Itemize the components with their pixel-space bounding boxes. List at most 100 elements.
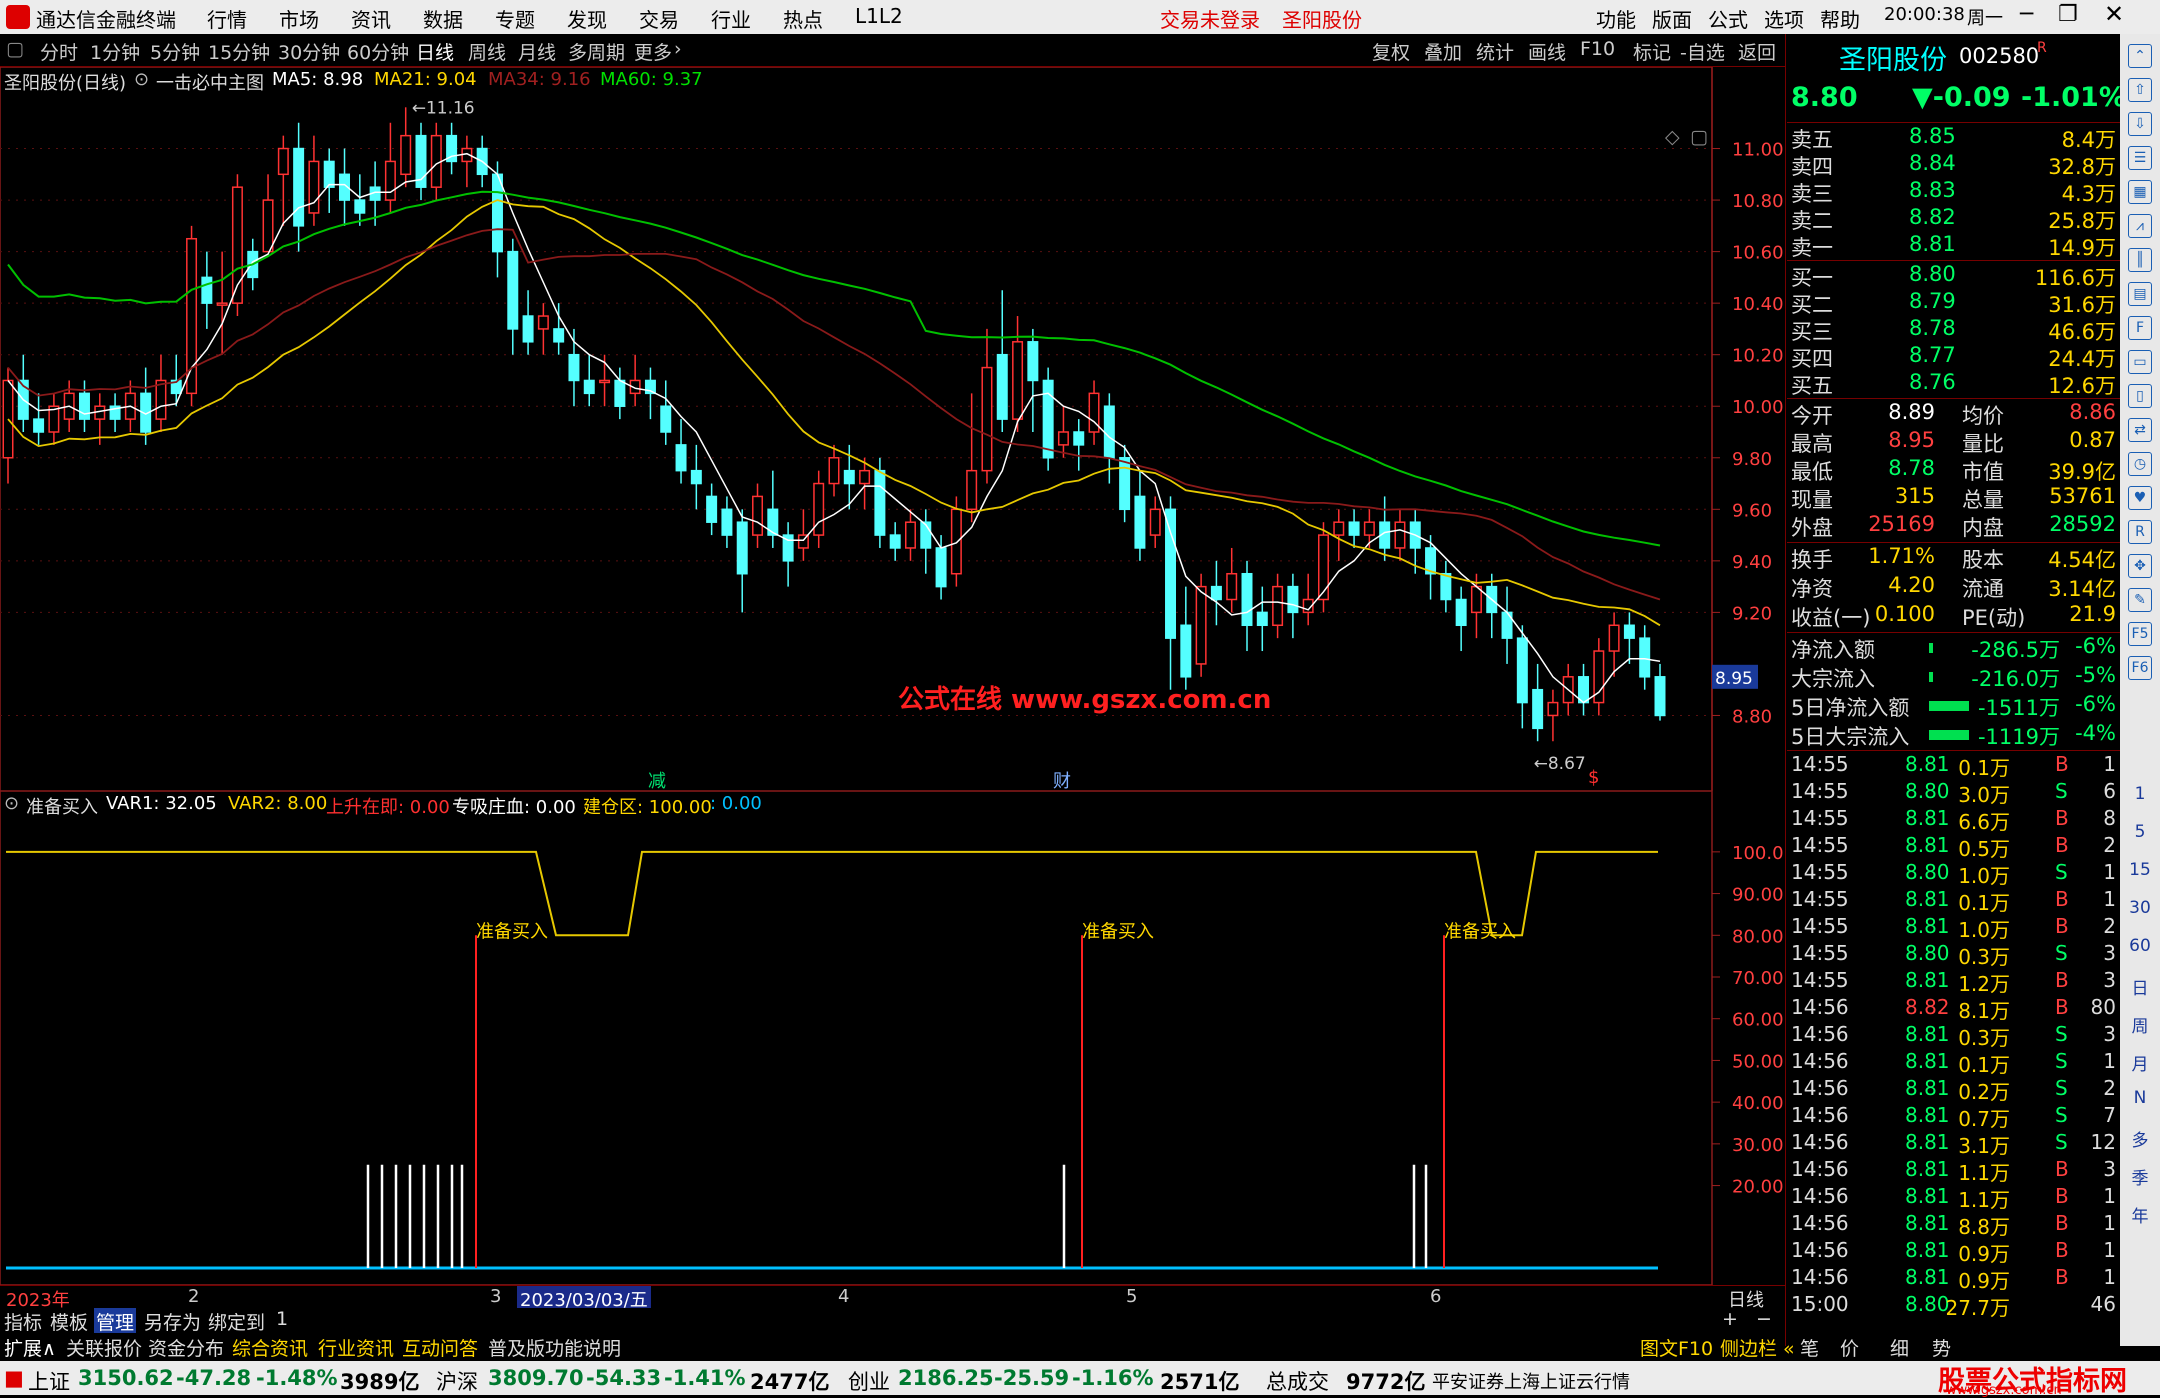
menu-jiaoyi[interactable]: 交易: [639, 4, 679, 33]
legend-indicator[interactable]: 一击必中主图: [156, 69, 264, 95]
side-period-10[interactable]: 季: [2120, 1164, 2160, 1189]
menu-zhuanti[interactable]: 专题: [495, 4, 535, 33]
menu-gongshi[interactable]: 公式: [1708, 4, 1748, 33]
tab-guanli[interactable]: 管理: [94, 1308, 137, 1335]
ext-zonghe[interactable]: 综合资讯: [232, 1334, 308, 1361]
side-period-0[interactable]: 1: [2120, 784, 2160, 804]
menu-bangzhu[interactable]: 帮助: [1820, 4, 1860, 33]
arrow-up-icon[interactable]: ⌃: [2128, 44, 2152, 68]
tool-huaxian[interactable]: 画线: [1528, 38, 1566, 65]
tool-fuquan[interactable]: 复权: [1372, 38, 1410, 65]
compare-icon[interactable]: ⇄: [2128, 418, 2152, 442]
ext-shuoming[interactable]: 普及版功能说明: [488, 1334, 621, 1361]
ext-hangye[interactable]: 行业资讯: [318, 1334, 394, 1361]
ext-expand[interactable]: 扩展∧: [4, 1334, 56, 1361]
kline-icon[interactable]: ║: [2128, 248, 2152, 272]
sub-name[interactable]: 准备买入: [26, 793, 98, 819]
period-daily[interactable]: 日线: [416, 38, 454, 65]
chart-icon[interactable]: ⩘: [2128, 214, 2152, 238]
minimize-icon[interactable]: ─: [2020, 2, 2033, 27]
side-period-4[interactable]: 60: [2120, 936, 2160, 956]
collapse-icon[interactable]: ▢: [6, 38, 24, 60]
sh-name[interactable]: 上证: [28, 1366, 70, 1396]
tab-one[interactable]: 1: [276, 1308, 288, 1330]
tool-biaoji[interactable]: 标记: [1633, 38, 1671, 65]
period-30min[interactable]: 30分钟: [278, 38, 340, 65]
period-more[interactable]: 更多: [634, 38, 672, 65]
tool-tongji[interactable]: 统计: [1476, 38, 1514, 65]
server-name[interactable]: 平安证券上海上证云行情: [1432, 1368, 1630, 1394]
arrow-down-icon[interactable]: ⇩: [2128, 112, 2152, 136]
ext-f10[interactable]: 图文F10: [1640, 1334, 1713, 1361]
side-period-3[interactable]: 30: [2120, 898, 2160, 918]
login-status[interactable]: 交易未登录: [1160, 4, 1260, 33]
menu-faxian[interactable]: 发现: [567, 4, 607, 33]
side-period-7[interactable]: 月: [2120, 1050, 2160, 1075]
side-period-8[interactable]: N: [2120, 1088, 2160, 1108]
tab-lingcunwei[interactable]: 另存为: [144, 1308, 201, 1335]
doc-icon[interactable]: ▭: [2128, 350, 2152, 374]
side-period-9[interactable]: 多: [2120, 1126, 2160, 1151]
rsi-icon[interactable]: R: [2128, 520, 2152, 544]
menu-hangqing[interactable]: 行情: [207, 4, 247, 33]
event-mark-cai[interactable]: 财: [1053, 767, 1071, 793]
tab-moban[interactable]: 模板: [50, 1308, 88, 1335]
menu-shuju[interactable]: 数据: [423, 4, 463, 33]
side-period-6[interactable]: 周: [2120, 1012, 2160, 1037]
side-period-11[interactable]: 年: [2120, 1202, 2160, 1227]
table-icon[interactable]: ▤: [2128, 282, 2152, 306]
ext-guanlian[interactable]: 关联报价: [66, 1334, 142, 1361]
legend-toggle-icon[interactable]: ⊙: [134, 69, 149, 90]
period-5min[interactable]: 5分钟: [150, 38, 200, 65]
period-monthly[interactable]: 月线: [518, 38, 556, 65]
restore-icon[interactable]: ❐: [2058, 2, 2078, 27]
sub-toggle-icon[interactable]: ⊙: [4, 793, 19, 814]
ext-hudong[interactable]: 互动问答: [402, 1334, 478, 1361]
menu-zixun[interactable]: 资讯: [351, 4, 391, 33]
diamond-icon[interactable]: ◇: [1665, 126, 1680, 148]
period-15min[interactable]: 15分钟: [208, 38, 270, 65]
tool-f10[interactable]: F10: [1580, 38, 1615, 60]
period-60min[interactable]: 60分钟: [347, 38, 409, 65]
menu-banmian[interactable]: 版面: [1652, 4, 1692, 33]
f6-icon[interactable]: F6: [2128, 656, 2152, 680]
side-period-1[interactable]: 5: [2120, 822, 2160, 842]
tool-zixuan[interactable]: -自选: [1680, 38, 1725, 65]
menu-gongneng[interactable]: 功能: [1596, 4, 1636, 33]
menu-xuanxiang[interactable]: 选项: [1764, 4, 1804, 33]
event-mark-dollar[interactable]: $: [1588, 767, 1599, 788]
hs-name[interactable]: 沪深: [436, 1366, 478, 1396]
close-icon[interactable]: ✕: [2104, 0, 2124, 28]
tool-fanhui[interactable]: 返回: [1738, 38, 1776, 65]
plus-icon[interactable]: +: [1722, 1308, 1738, 1330]
arrow-up-icon[interactable]: ⇧: [2128, 78, 2152, 102]
period-weekly[interactable]: 周线: [468, 38, 506, 65]
list-icon[interactable]: ☰: [2128, 146, 2152, 170]
period-fenshi[interactable]: 分时: [40, 38, 78, 65]
heart-icon[interactable]: ♥: [2128, 486, 2152, 510]
grid-icon[interactable]: ▦: [2128, 180, 2152, 204]
tool-diejia[interactable]: 叠加: [1424, 38, 1462, 65]
side-period-5[interactable]: 日: [2120, 974, 2160, 999]
menu-l1l2[interactable]: L1L2: [855, 4, 903, 28]
period-1min[interactable]: 1分钟: [90, 38, 140, 65]
page-icon[interactable]: ▯: [2128, 384, 2152, 408]
clock-icon[interactable]: ◷: [2128, 452, 2152, 476]
menu-hangye[interactable]: 行业: [711, 4, 751, 33]
main-kline-chart[interactable]: 11.00 10.80 10.60 10.40 10.20 10.00 9.80 9.60 9.…: [0, 67, 1785, 793]
sub-indicator-chart[interactable]: 100.0 90.00 80.00 70.00 60.00 50.00 40.00 30.00…: [0, 791, 1785, 1285]
square-icon[interactable]: ▢: [1690, 126, 1708, 148]
cy-name[interactable]: 创业: [848, 1366, 890, 1396]
period-multi[interactable]: 多周期: [568, 38, 625, 65]
tab-zhibiao[interactable]: 指标: [4, 1308, 42, 1335]
f10-icon[interactable]: F: [2128, 316, 2152, 340]
menu-redian[interactable]: 热点: [783, 4, 823, 33]
menu-shichang[interactable]: 市场: [279, 4, 319, 33]
tab-bangdingdao[interactable]: 绑定到: [208, 1308, 265, 1335]
side-period-2[interactable]: 15: [2120, 860, 2160, 880]
event-mark-jian[interactable]: 减: [648, 767, 666, 793]
pen-icon[interactable]: ✎: [2128, 588, 2152, 612]
ext-zijin[interactable]: 资金分布: [148, 1334, 224, 1361]
move-icon[interactable]: ✥: [2128, 554, 2152, 578]
minus-icon[interactable]: −: [1756, 1308, 1772, 1330]
